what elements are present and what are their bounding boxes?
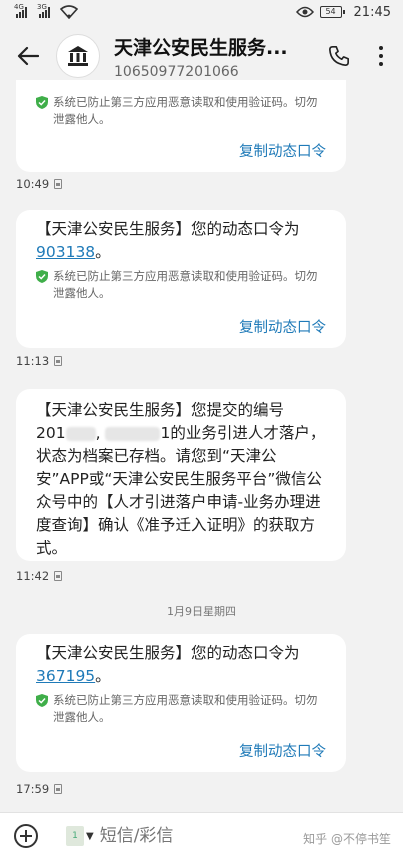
message-time: 10:49 [16, 177, 63, 191]
message-input[interactable] [99, 826, 250, 846]
eye-icon [295, 6, 314, 18]
security-notice: 系统已防止第三方应用恶意读取和使用验证码。切勿泄露他人。 [36, 94, 326, 128]
plus-circle-icon [14, 824, 38, 848]
security-notice: 系统已防止第三方应用恶意读取和使用验证码。切勿泄露他人。 [36, 692, 326, 726]
otp-code-link[interactable]: 903138 [36, 243, 95, 261]
status-bar: 4G 3G 54 21:45 [0, 0, 403, 24]
shield-check-icon [36, 270, 48, 283]
shield-check-icon [36, 694, 48, 707]
redacted-text [105, 426, 161, 441]
avatar[interactable] [56, 34, 100, 78]
copy-code-button[interactable]: 复制动态口令 [36, 740, 326, 761]
sim-card-icon [54, 784, 63, 794]
contact-number: 10650977201066 [114, 63, 239, 80]
watermark: 知乎 @不停书笙 [303, 832, 391, 846]
otp-code-link[interactable]: 367195 [36, 667, 95, 685]
back-button[interactable] [0, 24, 56, 88]
government-building-icon [68, 46, 88, 66]
message-body: 【天津公安民生服务】您的动态口令为 367195。 [36, 644, 300, 685]
sim-selector[interactable]: 1 ▼ [66, 826, 94, 846]
security-notice-text: 系统已防止第三方应用恶意读取和使用验证码。切勿泄露他人。 [53, 269, 318, 300]
copy-code-button[interactable]: 复制动态口令 [36, 316, 326, 337]
shield-check-icon [36, 96, 48, 109]
phone-icon [329, 46, 349, 66]
wifi-icon [60, 5, 78, 19]
message-time: 11:42 [16, 569, 63, 583]
conversation-header: 天津公安民生服务... 10650977201066 [0, 24, 403, 88]
message-bubble[interactable]: 【天津公安民生服务】您提交的编号 201, 1的业务引进人才落户，状态为档案已存… [16, 389, 346, 561]
more-vert-icon [379, 46, 383, 66]
contact-name: 天津公安民生服务... [114, 36, 288, 59]
signal-icon: 4G [14, 3, 27, 18]
message-time: 17:59 [16, 782, 63, 796]
security-notice-text: 系统已防止第三方应用恶意读取和使用验证码。切勿泄露他人。 [53, 693, 318, 724]
compose-bar: 1 ▼ 知乎 @不停书笙 [0, 812, 403, 859]
status-time: 21:45 [353, 4, 391, 20]
caret-down-icon: ▼ [86, 830, 94, 842]
call-button[interactable] [319, 24, 359, 88]
battery-icon: 54 [319, 6, 345, 18]
message-body: 【天津公安民生服务】您提交的编号 201, 1的业务引进人才落户，状态为档案已存… [36, 401, 326, 557]
message-bubble[interactable]: 【天津公安民生服务】您的动态口令为 367195。 系统已防止第三方应用恶意读取… [16, 634, 346, 772]
message-bubble[interactable]: 系统已防止第三方应用恶意读取和使用验证码。切勿泄露他人。 复制动态口令 [16, 80, 346, 172]
add-attachment-button[interactable] [0, 813, 52, 859]
redacted-text [65, 426, 96, 441]
date-separator: 1月9日星期四 [167, 605, 236, 618]
copy-code-button[interactable]: 复制动态口令 [36, 140, 326, 161]
message-time: 11:13 [16, 354, 63, 368]
sim-card-icon [54, 179, 63, 189]
more-menu-button[interactable] [359, 24, 403, 88]
signal-icon: 3G [37, 3, 50, 18]
back-arrow-icon [17, 46, 39, 66]
sim-card-icon [54, 571, 63, 581]
security-notice-text: 系统已防止第三方应用恶意读取和使用验证码。切勿泄露他人。 [53, 95, 318, 126]
sim-card-icon [54, 356, 63, 366]
message-body: 【天津公安民生服务】您的动态口令为 903138。 [36, 220, 300, 261]
sim-card-icon: 1 [66, 826, 84, 846]
security-notice: 系统已防止第三方应用恶意读取和使用验证码。切勿泄露他人。 [36, 268, 326, 302]
message-bubble[interactable]: 【天津公安民生服务】您的动态口令为 903138。 系统已防止第三方应用恶意读取… [16, 210, 346, 348]
